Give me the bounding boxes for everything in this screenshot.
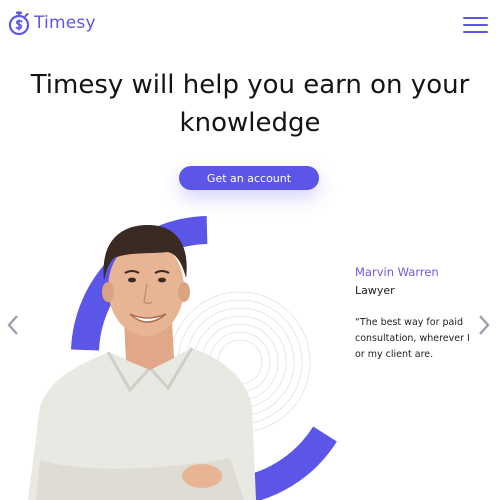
testimonial-name: Marvin Warren <box>355 265 439 279</box>
headline-line-1: Timesy will help you earn on your <box>30 70 470 100</box>
quote-line: “The best way for paid <box>355 317 464 328</box>
brand-logo[interactable]: Timesy <box>8 11 96 35</box>
menu-bar <box>463 17 488 19</box>
get-account-button[interactable]: Get an account <box>179 166 319 190</box>
menu-bar <box>463 24 488 26</box>
testimonial-role: Lawyer <box>355 284 395 297</box>
hero-headline: Timesy will help you earn on your knowle… <box>20 66 480 142</box>
chevron-left-icon <box>7 315 18 335</box>
brand-name: Timesy <box>34 13 96 33</box>
quote-line: consultation, wherever I <box>355 333 470 344</box>
testimonial-card: Marvin Warren Lawyer “The best way for p… <box>355 265 495 363</box>
stopwatch-dollar-icon <box>8 11 30 35</box>
menu-bar <box>463 31 488 33</box>
testimonial-quote: “The best way for paid consultation, whe… <box>355 315 495 363</box>
prev-testimonial-button[interactable] <box>6 314 20 336</box>
headline-line-2: knowledge <box>179 108 321 138</box>
quote-line: or my client are. <box>355 349 434 360</box>
hamburger-menu-icon[interactable] <box>463 15 488 33</box>
